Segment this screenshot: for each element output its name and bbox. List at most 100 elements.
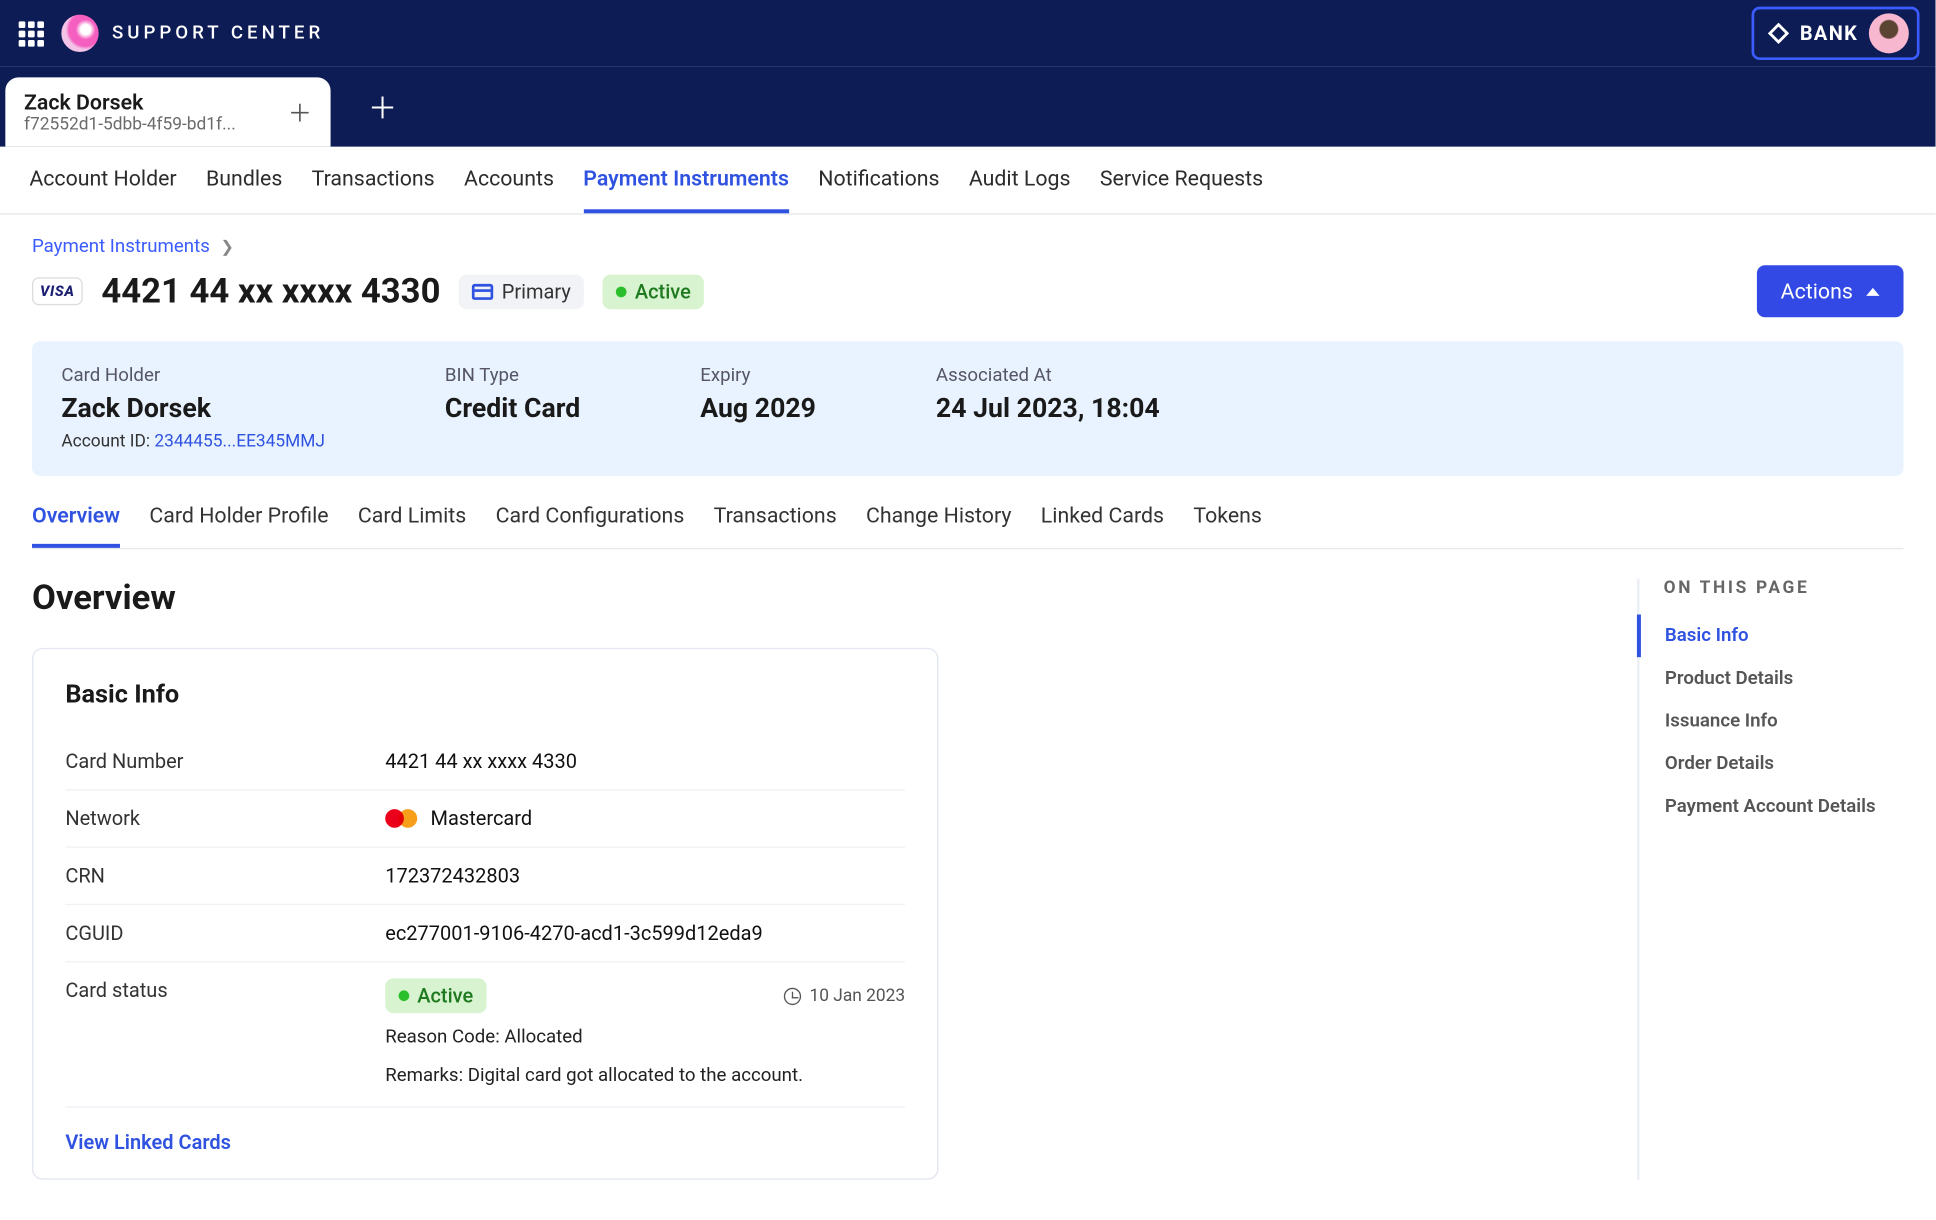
otp-payment-account-details[interactable]: Payment Account Details bbox=[1637, 785, 1904, 828]
account-id-link[interactable]: 2344455...EE345MMJ bbox=[154, 432, 325, 452]
tab-title: Zack Dorsek bbox=[24, 89, 236, 114]
add-tab-button[interactable]: ＋ bbox=[368, 85, 397, 128]
status-badge: Active bbox=[385, 978, 486, 1013]
kv-key: Card Number bbox=[65, 749, 385, 773]
summary-label: Expiry bbox=[700, 365, 816, 386]
view-linked-cards-link[interactable]: View Linked Cards bbox=[65, 1130, 231, 1154]
summary-label: Associated At bbox=[936, 365, 1160, 386]
summary-value: Credit Card bbox=[445, 392, 580, 424]
kv-value: ec277001-9106-4270-acd1-3c599d12eda9 bbox=[385, 921, 905, 945]
top-header: SUPPORT CENTER BANK bbox=[0, 0, 1936, 67]
kv-value: 172372432803 bbox=[385, 864, 905, 888]
on-this-page: ON THIS PAGE Basic Info Product Details … bbox=[1637, 579, 1904, 1180]
status-badge: Active bbox=[603, 274, 704, 309]
card-icon bbox=[472, 283, 493, 299]
tab-info: Zack Dorsek f72552d1-5dbb-4f59-bd1f... bbox=[24, 89, 236, 134]
kv-value: Active 10 Jan 2023 Reason Code: Allocate… bbox=[385, 978, 905, 1090]
brand: SUPPORT CENTER bbox=[61, 15, 324, 52]
otp-issuance-info[interactable]: Issuance Info bbox=[1637, 700, 1904, 743]
summary-expiry: Expiry Aug 2029 bbox=[700, 365, 816, 452]
view-linked-cards-row: View Linked Cards bbox=[65, 1129, 905, 1154]
sub-nav-transactions[interactable]: Transactions bbox=[714, 503, 837, 548]
brand-logo-icon bbox=[61, 15, 98, 52]
sub-nav-card-configurations[interactable]: Card Configurations bbox=[496, 503, 685, 548]
chevron-right-icon: ❯ bbox=[221, 237, 234, 256]
card-header-left: VISA 4421 44 xx xxxx 4330 Primary Active bbox=[32, 271, 704, 311]
caret-up-icon bbox=[1866, 287, 1879, 295]
kv-key: Card status bbox=[65, 978, 385, 1090]
header-left: SUPPORT CENTER bbox=[16, 15, 324, 52]
summary-associated: Associated At 24 Jul 2023, 18:04 bbox=[936, 365, 1160, 452]
apps-grid-icon[interactable] bbox=[16, 19, 45, 48]
breadcrumb: Payment Instruments ❯ bbox=[32, 236, 1904, 257]
overview-column: Overview Basic Info Card Number 4421 44 … bbox=[32, 579, 938, 1180]
summary-band: Card Holder Zack Dorsek Account ID: 2344… bbox=[32, 341, 1904, 476]
summary-bin: BIN Type Credit Card bbox=[445, 365, 580, 452]
brand-title: SUPPORT CENTER bbox=[112, 23, 324, 44]
row-network: Network Mastercard bbox=[65, 790, 905, 847]
clock-icon bbox=[784, 987, 801, 1004]
otp-order-details[interactable]: Order Details bbox=[1637, 742, 1904, 785]
sub-nav-linked-cards[interactable]: Linked Cards bbox=[1041, 503, 1164, 548]
on-this-page-heading: ON THIS PAGE bbox=[1640, 579, 1904, 599]
status-remarks: Remarks: Digital card got allocated to t… bbox=[385, 1062, 905, 1090]
status-dot-icon bbox=[616, 286, 627, 297]
status-date: 10 Jan 2023 bbox=[784, 986, 905, 1006]
active-tab[interactable]: Zack Dorsek f72552d1-5dbb-4f59-bd1f... ＋ bbox=[5, 77, 330, 146]
basic-info-panel: Basic Info Card Number 4421 44 xx xxxx 4… bbox=[32, 648, 938, 1180]
row-cguid: CGUID ec277001-9106-4270-acd1-3c599d12ed… bbox=[65, 905, 905, 962]
bank-diamond-icon bbox=[1768, 23, 1789, 44]
nav-audit-logs[interactable]: Audit Logs bbox=[969, 165, 1071, 213]
summary-label: BIN Type bbox=[445, 365, 580, 386]
summary-value: Zack Dorsek bbox=[61, 392, 325, 424]
user-avatar[interactable] bbox=[1869, 13, 1909, 53]
tab-subtitle: f72552d1-5dbb-4f59-bd1f... bbox=[24, 115, 236, 135]
nav-transactions[interactable]: Transactions bbox=[312, 165, 435, 213]
sub-nav-tokens[interactable]: Tokens bbox=[1193, 503, 1262, 548]
summary-label: Card Holder bbox=[61, 365, 325, 386]
sub-nav: Overview Card Holder Profile Card Limits… bbox=[32, 503, 1904, 550]
sub-nav-card-holder-profile[interactable]: Card Holder Profile bbox=[149, 503, 328, 548]
mastercard-icon bbox=[385, 808, 417, 829]
primary-badge-label: Primary bbox=[502, 279, 571, 303]
nav-payment-instruments[interactable]: Payment Instruments bbox=[583, 165, 789, 213]
on-this-page-list: Basic Info Product Details Issuance Info… bbox=[1640, 615, 1904, 828]
summary-card-holder: Card Holder Zack Dorsek Account ID: 2344… bbox=[61, 365, 325, 452]
otp-product-details[interactable]: Product Details bbox=[1637, 657, 1904, 700]
otp-basic-info[interactable]: Basic Info bbox=[1637, 615, 1904, 658]
status-text: Active bbox=[417, 984, 473, 1008]
nav-service-requests[interactable]: Service Requests bbox=[1100, 165, 1263, 213]
nav-notifications[interactable]: Notifications bbox=[818, 165, 939, 213]
row-crn: CRN 172372432803 bbox=[65, 848, 905, 905]
kv-value: Mastercard bbox=[385, 806, 905, 830]
account-id-label: Account ID: bbox=[61, 432, 150, 452]
page-body: Overview Basic Info Card Number 4421 44 … bbox=[32, 579, 1904, 1180]
primary-badge: Primary bbox=[459, 274, 584, 309]
panel-title: Basic Info bbox=[65, 678, 905, 709]
nav-accounts[interactable]: Accounts bbox=[464, 165, 554, 213]
sub-nav-overview[interactable]: Overview bbox=[32, 503, 120, 548]
row-card-number: Card Number 4421 44 xx xxxx 4330 bbox=[65, 733, 905, 790]
sub-nav-change-history[interactable]: Change History bbox=[866, 503, 1011, 548]
actions-button-label: Actions bbox=[1781, 279, 1853, 304]
tab-bar: Zack Dorsek f72552d1-5dbb-4f59-bd1f... ＋… bbox=[0, 67, 1936, 147]
nav-account-holder[interactable]: Account Holder bbox=[29, 165, 176, 213]
kv-key: CGUID bbox=[65, 921, 385, 945]
page-title: Overview bbox=[32, 579, 938, 619]
bank-switcher[interactable]: BANK bbox=[1752, 7, 1920, 60]
breadcrumb-root[interactable]: Payment Instruments bbox=[32, 236, 210, 257]
summary-value: Aug 2029 bbox=[700, 392, 816, 424]
nav-bundles[interactable]: Bundles bbox=[206, 165, 282, 213]
close-tab-icon[interactable]: ＋ bbox=[288, 95, 312, 130]
main-nav: Account Holder Bundles Transactions Acco… bbox=[0, 147, 1936, 215]
status-dot-icon bbox=[399, 990, 410, 1001]
status-row: Active 10 Jan 2023 bbox=[385, 978, 905, 1013]
visa-brand-icon: VISA bbox=[32, 277, 83, 305]
bank-label: BANK bbox=[1800, 21, 1858, 45]
summary-value: 24 Jul 2023, 18:04 bbox=[936, 392, 1160, 424]
actions-button[interactable]: Actions bbox=[1757, 265, 1904, 317]
status-badge-label: Active bbox=[635, 279, 691, 303]
kv-key: Network bbox=[65, 806, 385, 830]
status-reason: Reason Code: Allocated bbox=[385, 1024, 905, 1052]
sub-nav-card-limits[interactable]: Card Limits bbox=[358, 503, 466, 548]
